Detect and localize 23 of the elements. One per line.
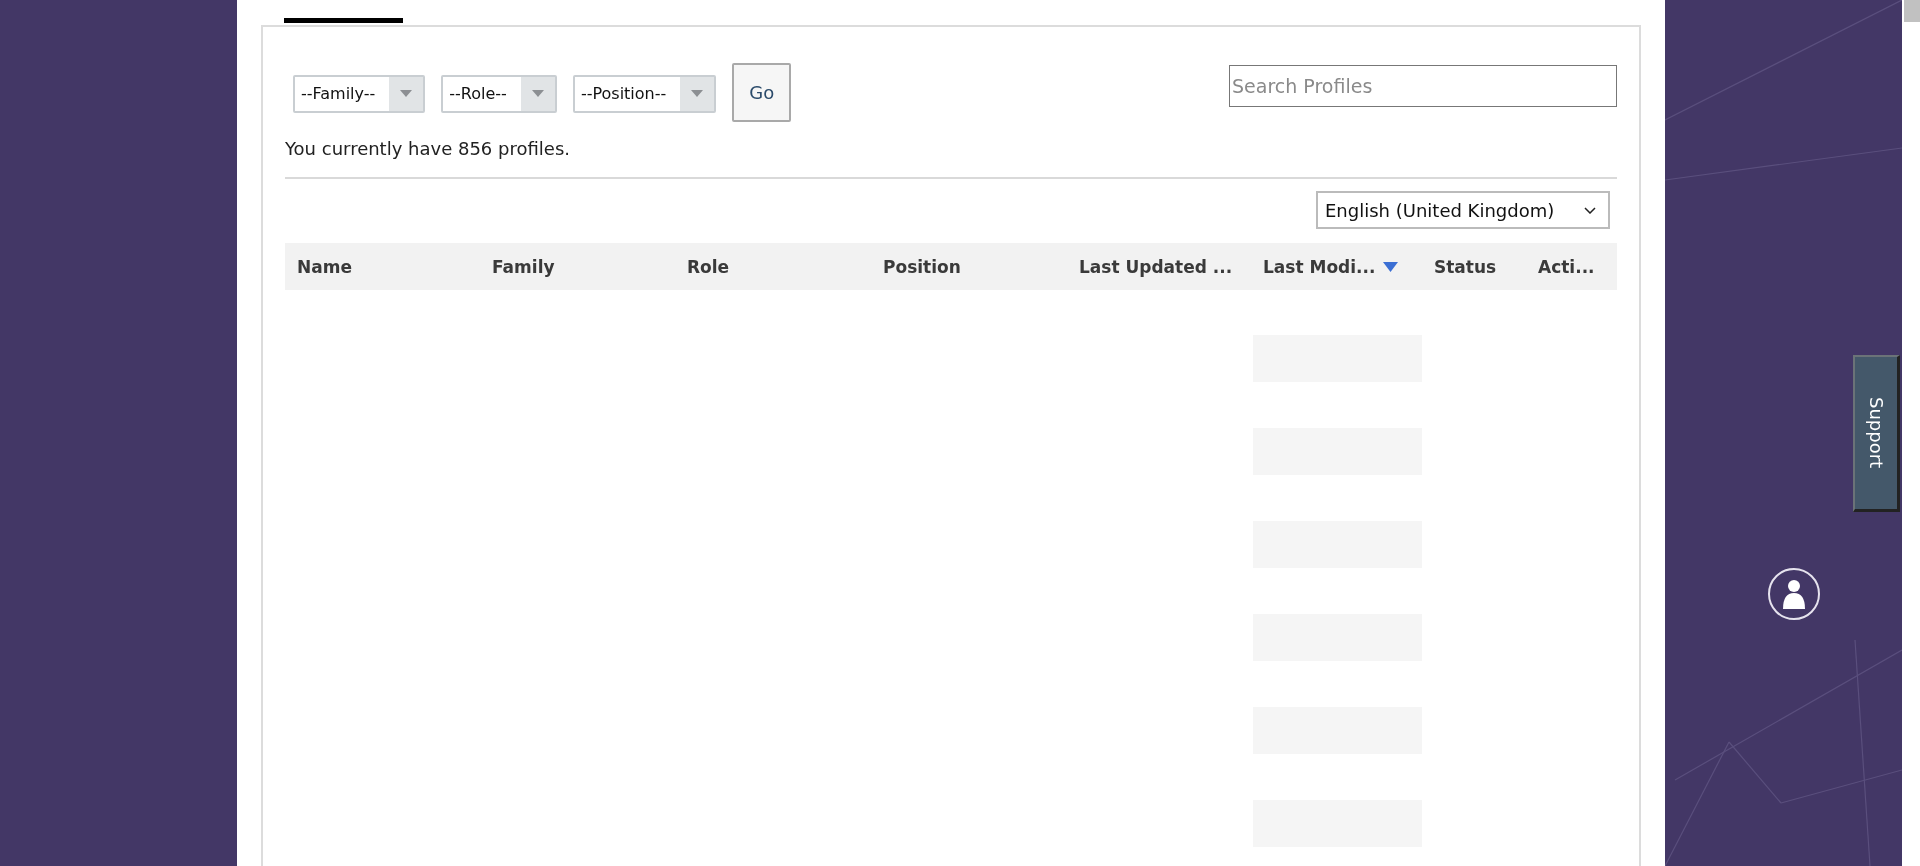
filter-dropdown[interactable]: --Role-- bbox=[441, 74, 557, 113]
caret-icon bbox=[691, 90, 704, 97]
search-field[interactable]: Search Profiles bbox=[1229, 65, 1617, 107]
column-header[interactable]: Role bbox=[675, 256, 871, 277]
caret-icon bbox=[400, 90, 413, 97]
column-header[interactable]: Status bbox=[1422, 256, 1526, 277]
language-dropdown[interactable]: English (United Kingdom) bbox=[1316, 191, 1610, 229]
go-button[interactable]: Go bbox=[732, 63, 792, 122]
chevron-icon bbox=[1584, 206, 1596, 214]
column-header[interactable]: Position bbox=[871, 256, 1067, 277]
support-tab[interactable]: Support bbox=[1853, 355, 1900, 512]
sort-descending-icon bbox=[1383, 261, 1399, 272]
column-header[interactable]: Last Updated ... bbox=[1067, 256, 1251, 277]
scrollbar-thumb[interactable] bbox=[1904, 0, 1920, 22]
profile-count: You currently have 856 profiles. bbox=[285, 138, 571, 159]
column-header[interactable]: Name bbox=[285, 256, 480, 277]
filter-dropdown[interactable]: --Position-- bbox=[572, 74, 717, 113]
column-header[interactable]: Acti... bbox=[1526, 256, 1617, 277]
user-avatar-icon[interactable] bbox=[1768, 568, 1820, 620]
caret-icon bbox=[531, 90, 544, 97]
filter-dropdown[interactable]: --Family-- bbox=[293, 74, 426, 113]
column-header[interactable]: Family bbox=[480, 256, 675, 277]
column-header[interactable]: Last Modi... bbox=[1251, 256, 1422, 277]
